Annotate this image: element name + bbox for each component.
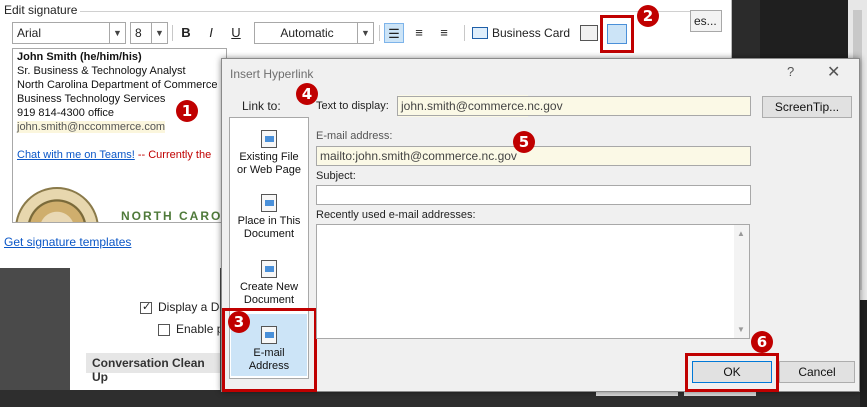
teams-status-text: -- Currently the xyxy=(134,149,212,161)
link-item-label: Document xyxy=(243,228,295,240)
font-name-value: Arial xyxy=(17,26,42,40)
hyperlink-icon xyxy=(607,24,627,44)
toolbar-divider xyxy=(379,25,380,41)
mail-options-panel: Display a De Enable p Conversation Clean… xyxy=(70,268,220,407)
business-card-label: Business Card xyxy=(492,26,571,40)
font-name-select[interactable]: Arial ▼ xyxy=(12,22,126,44)
align-right-button[interactable]: ≡ xyxy=(434,23,454,43)
chevron-down-icon: ▼ xyxy=(357,23,373,43)
web-page-icon xyxy=(261,130,277,148)
link-create-new-document[interactable]: Create New Document xyxy=(231,260,307,307)
font-size-select[interactable]: 8 ▼ xyxy=(130,22,168,44)
align-left-button[interactable]: ☰ xyxy=(384,23,404,43)
link-item-label: or Web Page xyxy=(236,164,301,176)
link-existing-file[interactable]: Existing File or Web Page xyxy=(231,130,307,177)
teams-chat-link[interactable]: Chat with me on Teams! xyxy=(17,149,135,161)
bold-button[interactable]: B xyxy=(176,23,196,43)
callout-badge: 2 xyxy=(637,5,659,27)
link-item-label: Create New xyxy=(239,281,299,293)
text-to-display-label: Text to display: xyxy=(316,100,389,112)
state-seal-logo xyxy=(15,187,99,222)
align-right-icon: ≡ xyxy=(440,25,448,40)
recent-emails-list[interactable]: ▲ ▼ xyxy=(316,224,750,339)
signature-line: Business Technology Services xyxy=(17,93,166,105)
conversation-cleanup-heading: Conversation Clean Up xyxy=(86,353,220,384)
signature-line: John Smith (he/him/his) xyxy=(17,51,142,63)
insert-picture-button[interactable] xyxy=(580,25,598,41)
signature-line: North Carolina Department of Commerce xyxy=(17,79,218,91)
font-color-select[interactable]: Automatic ▼ xyxy=(254,22,374,44)
signature-editor[interactable]: John Smith (he/him/his) Sr. Business & T… xyxy=(12,48,227,223)
cancel-button[interactable]: Cancel xyxy=(779,361,855,383)
callout-badge: 4 xyxy=(296,83,318,105)
callout-badge: 5 xyxy=(513,131,535,153)
link-item-label: Place in This xyxy=(237,215,301,227)
edit-signature-legend: Edit signature xyxy=(4,3,78,17)
nc-commerce-logo-text: NORTH CAROL xyxy=(121,209,227,223)
callout-badge: 3 xyxy=(228,311,250,333)
link-item-label: Document xyxy=(243,294,295,306)
link-item-label: Existing File xyxy=(239,151,299,163)
callout-badge: 6 xyxy=(751,331,773,353)
link-place-in-document[interactable]: Place in This Document xyxy=(231,194,307,241)
list-scrollbar[interactable]: ▲ ▼ xyxy=(734,225,749,338)
display-option-label: Display a De xyxy=(158,300,220,314)
signature-line: Sr. Business & Technology Analyst xyxy=(17,65,186,77)
align-center-icon: ≡ xyxy=(415,25,423,40)
enable-option-label: Enable p xyxy=(176,322,220,336)
toolbar-divider xyxy=(172,25,173,41)
email-address-label: E-mail address: xyxy=(316,130,393,142)
screentip-button[interactable]: ScreenTip... xyxy=(762,96,852,118)
close-icon[interactable]: ✕ xyxy=(827,62,840,82)
subject-label: Subject: xyxy=(316,170,356,182)
teams-line: Chat with me on Teams! -- Currently the xyxy=(17,149,211,161)
enable-option-checkbox[interactable] xyxy=(158,324,170,336)
callout-highlight-box xyxy=(685,353,779,392)
recent-emails-label: Recently used e-mail addresses: xyxy=(316,209,476,221)
scroll-up-icon[interactable]: ▲ xyxy=(737,229,745,238)
italic-button[interactable]: I xyxy=(201,23,221,43)
font-size-value: 8 xyxy=(135,26,142,40)
chevron-down-icon: ▼ xyxy=(109,23,125,43)
new-document-icon xyxy=(261,260,277,278)
business-card-button[interactable]: Business Card xyxy=(470,23,570,43)
align-center-button[interactable]: ≡ xyxy=(409,23,429,43)
help-button[interactable]: ? xyxy=(787,64,794,79)
chevron-down-icon: ▼ xyxy=(151,23,167,43)
scroll-down-icon[interactable]: ▼ xyxy=(737,325,745,334)
font-color-value: Automatic xyxy=(280,26,334,40)
email-address-input[interactable]: mailto:john.smith@commerce.nc.gov xyxy=(316,146,751,166)
underline-button[interactable]: U xyxy=(226,23,246,43)
document-place-icon xyxy=(261,194,277,212)
text-to-display-input[interactable]: john.smith@commerce.nc.gov xyxy=(397,96,751,116)
signature-templates-link[interactable]: Get signature templates xyxy=(4,235,131,249)
toolbar-divider xyxy=(464,25,465,41)
insert-hyperlink-button[interactable] xyxy=(600,15,634,53)
dialog-title: Insert Hyperlink xyxy=(230,67,314,81)
legend-divider xyxy=(80,11,690,12)
signature-email: john.smith@nccommerce.com xyxy=(17,121,166,133)
signature-line: 919 814-4300 office xyxy=(17,107,115,119)
signature-window-button[interactable]: es... xyxy=(690,10,722,32)
link-to-label: Link to: xyxy=(242,99,281,113)
callout-badge: 1 xyxy=(176,100,198,122)
business-card-icon xyxy=(472,27,488,39)
display-option-checkbox[interactable] xyxy=(140,300,152,314)
align-left-icon: ☰ xyxy=(388,26,400,41)
subject-input[interactable] xyxy=(316,185,751,205)
